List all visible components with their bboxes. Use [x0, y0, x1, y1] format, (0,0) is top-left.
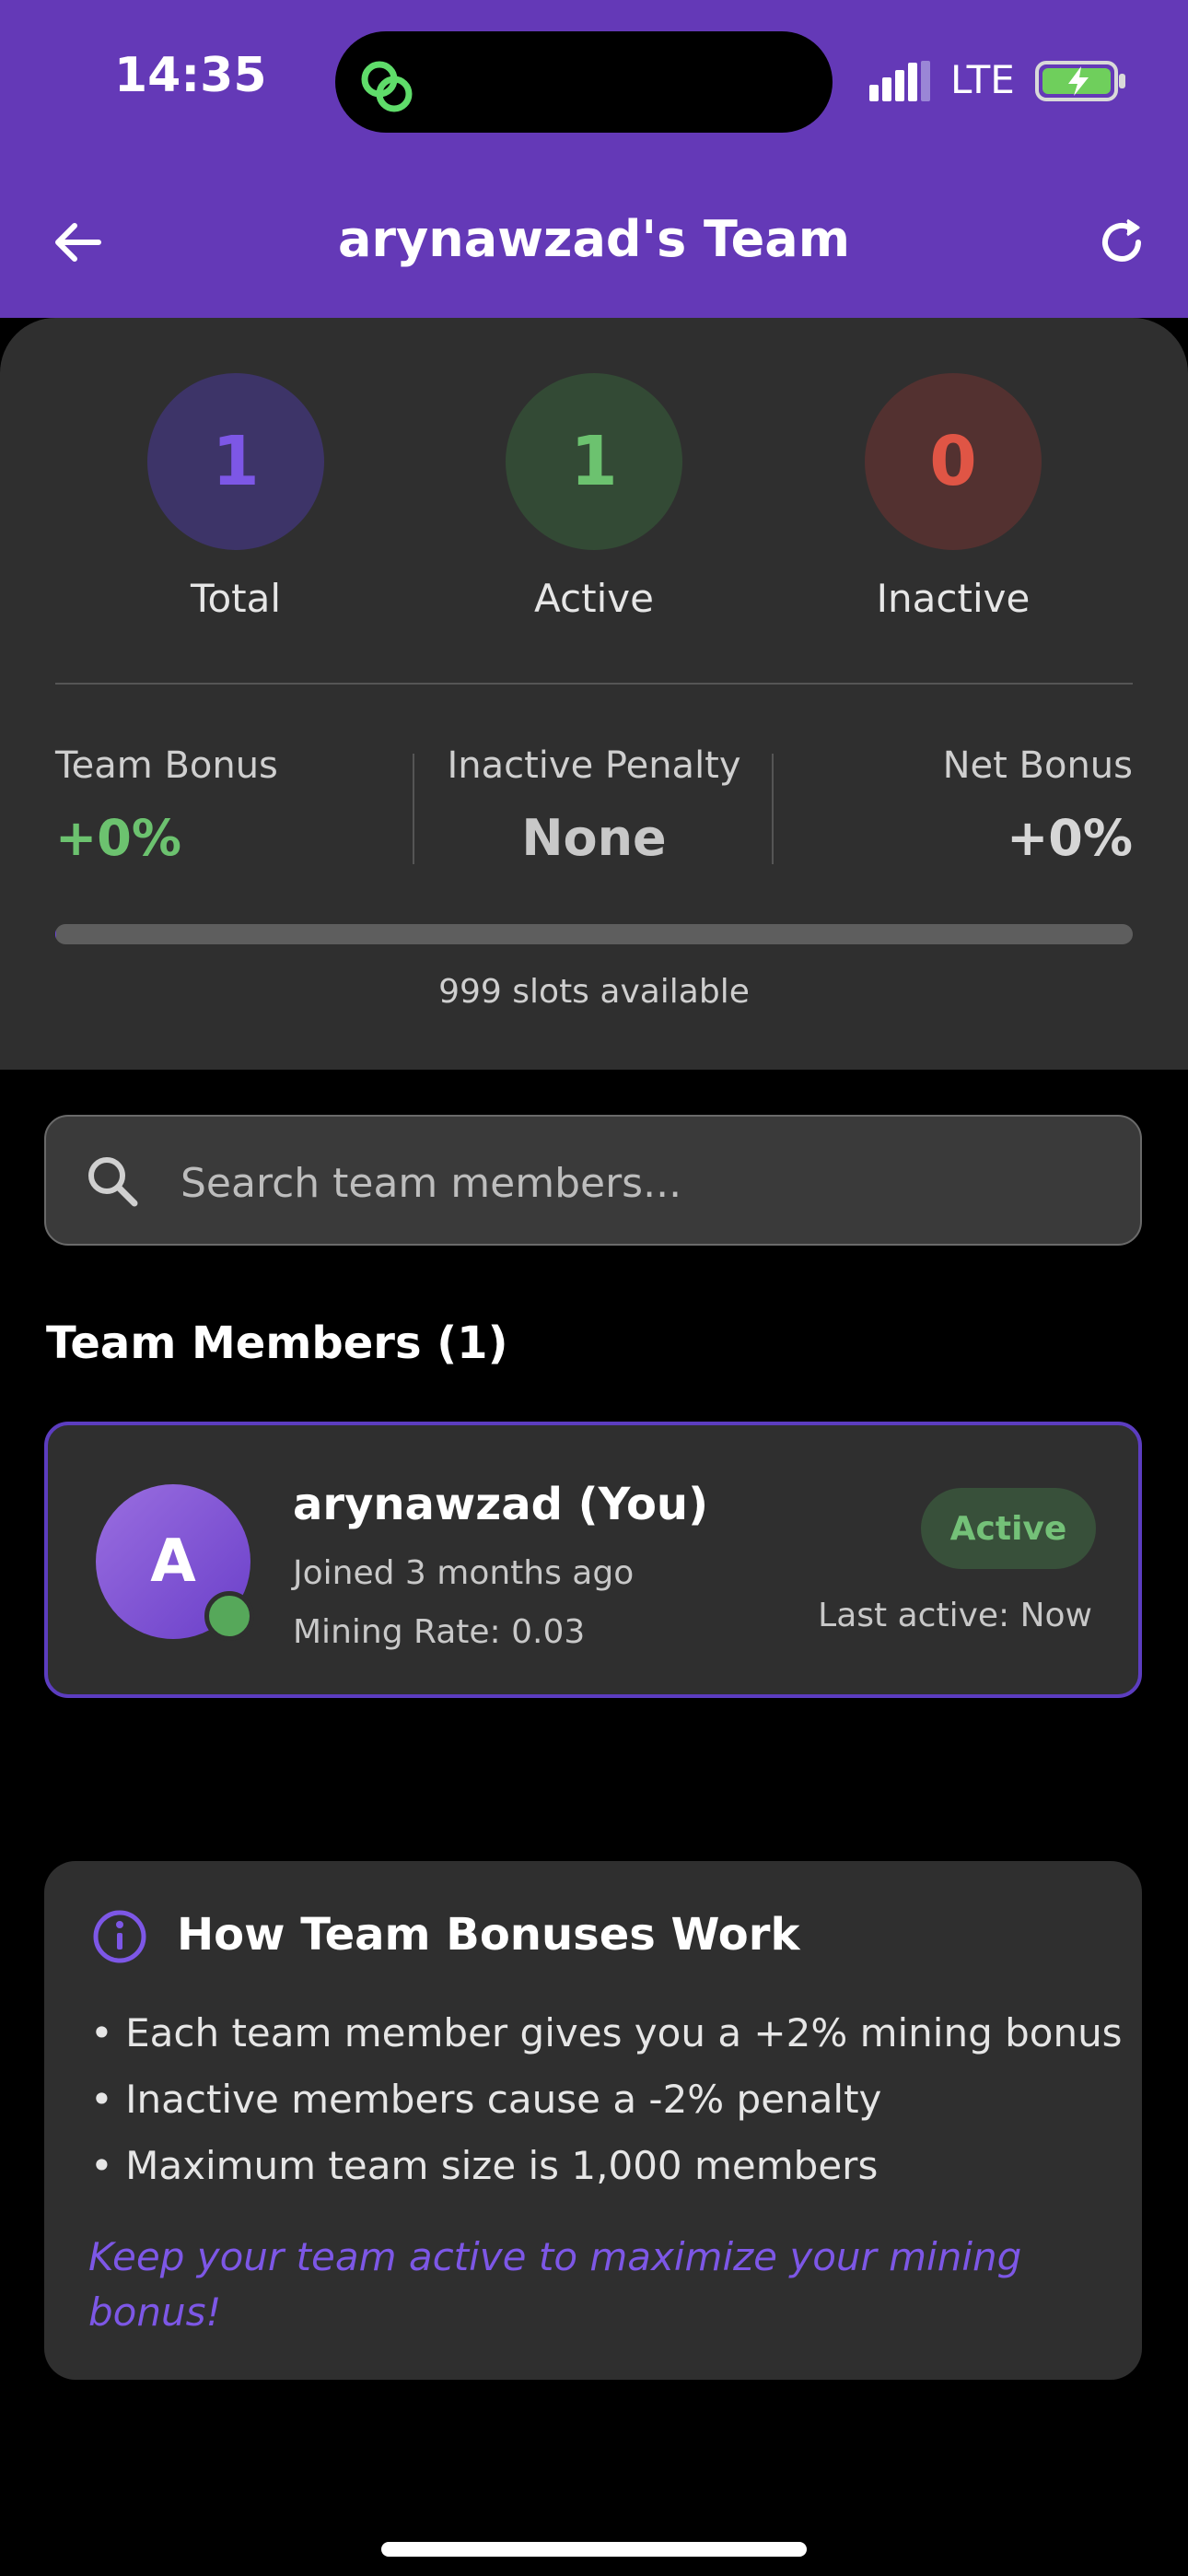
- refresh-button[interactable]: [1085, 208, 1159, 276]
- inactive-label: Inactive: [876, 576, 1031, 621]
- header-bar: 14:35 LTE arynawzad's Team: [0, 0, 1188, 318]
- battery-charging-icon: [1035, 61, 1125, 101]
- team-bonus-title: Team Bonus: [55, 744, 278, 787]
- online-status-dot: [204, 1591, 254, 1641]
- info-bullet: • Maximum team size is 1,000 members: [90, 2143, 879, 2188]
- info-bullet: • Inactive members cause a -2% penalty: [90, 2077, 882, 2122]
- members-section-title: Team Members (1): [46, 1317, 508, 1369]
- team-capacity-bar: [55, 924, 1133, 944]
- chain-link-icon: [361, 61, 413, 112]
- status-badge: Active: [921, 1488, 1096, 1569]
- active-count: 1: [506, 373, 682, 550]
- net-bonus-title: Net Bonus: [942, 744, 1133, 787]
- stat-inactive: 0 Inactive: [815, 373, 1091, 621]
- info-footer-tip: Keep your team active to maximize your m…: [88, 2234, 1022, 2335]
- signal-icon: [869, 61, 930, 101]
- active-label: Active: [534, 576, 654, 621]
- inactive-penalty: Inactive Penalty None: [414, 744, 774, 867]
- page-title: arynawzad's Team: [337, 210, 851, 268]
- home-indicator[interactable]: [381, 2542, 807, 2557]
- search-icon: [88, 1157, 138, 1207]
- info-title: How Team Bonuses Work: [177, 1909, 800, 1961]
- inactive-penalty-title: Inactive Penalty: [447, 744, 741, 787]
- inactive-penalty-value: None: [521, 809, 667, 867]
- member-last-active: Last active: Now: [818, 1597, 1092, 1634]
- total-count: 1: [147, 373, 324, 550]
- stat-active: 1 Active: [456, 373, 732, 621]
- member-name: arynawzad (You): [293, 1479, 709, 1530]
- status-time: 14:35: [114, 48, 267, 103]
- net-bonus: Net Bonus +0%: [774, 744, 1133, 867]
- inactive-count: 0: [865, 373, 1042, 550]
- team-bonus-value: +0%: [55, 809, 181, 867]
- search-input[interactable]: [179, 1150, 1103, 1216]
- net-bonus-value: +0%: [1007, 809, 1133, 867]
- team-bonus: Team Bonus +0%: [55, 744, 278, 867]
- slots-available: 999 slots available: [438, 973, 750, 1011]
- search-box[interactable]: [44, 1115, 1142, 1246]
- refresh-icon: [1102, 218, 1141, 262]
- stat-total: 1 Total: [98, 373, 374, 621]
- total-label: Total: [190, 576, 282, 621]
- team-bonus-info-card: How Team Bonuses Work • Each team member…: [44, 1861, 1142, 2380]
- info-icon: [93, 1910, 146, 1963]
- info-bullet: • Each team member gives you a +2% minin…: [90, 2010, 1123, 2055]
- member-card[interactable]: A arynawzad (You) Joined 3 months ago Mi…: [44, 1422, 1142, 1698]
- network-label: LTE: [950, 57, 1015, 102]
- member-mining-rate: Mining Rate: 0.03: [293, 1613, 586, 1651]
- member-joined: Joined 3 months ago: [293, 1554, 635, 1592]
- stats-divider: [55, 683, 1133, 685]
